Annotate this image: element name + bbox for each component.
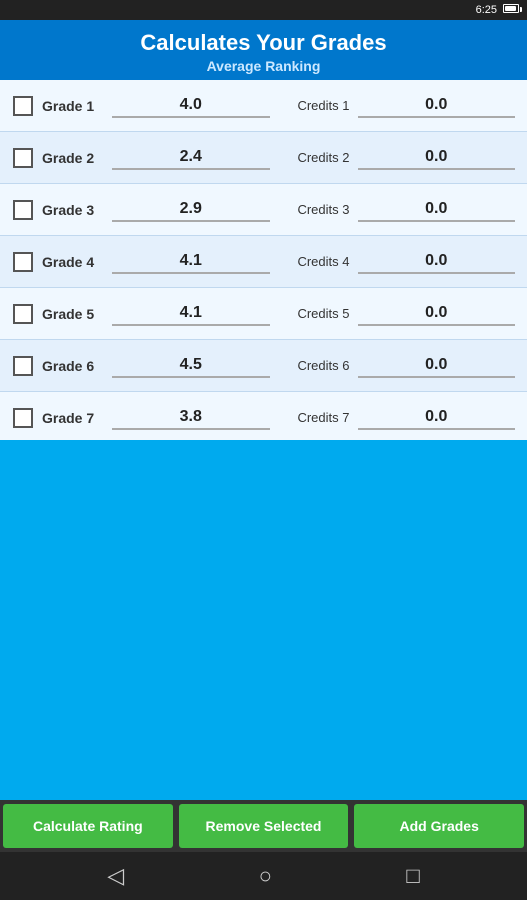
credits-input-wrap-3: [354, 198, 520, 222]
credits-input-wrap-2: [354, 146, 520, 170]
grade-value-input-5[interactable]: [112, 302, 270, 326]
grade-label-4: Grade 4: [38, 254, 108, 270]
credits-input-wrap-4: [354, 250, 520, 274]
credits-input-wrap-7: [354, 406, 520, 430]
grade-value-input-4[interactable]: [112, 250, 270, 274]
table-row: Grade 6 Credits 6: [0, 340, 527, 392]
grade-input-wrap-5: [108, 302, 274, 326]
spacer: [0, 440, 527, 800]
grade-value-input-2[interactable]: [112, 146, 270, 170]
grade-checkbox-3[interactable]: [13, 200, 33, 220]
app-subtitle: Average Ranking: [0, 58, 527, 74]
status-bar: 6:25: [0, 0, 527, 20]
checkbox-cell-1: [8, 96, 38, 116]
home-button[interactable]: ○: [259, 863, 272, 889]
grade-input-wrap-4: [108, 250, 274, 274]
credits-value-input-1[interactable]: [358, 94, 516, 118]
app-header: Calculates Your Grades Average Ranking: [0, 20, 527, 80]
grade-input-wrap-7: [108, 406, 274, 430]
credits-value-input-5[interactable]: [358, 302, 516, 326]
table-row: Grade 2 Credits 2: [0, 132, 527, 184]
recent-button[interactable]: □: [406, 863, 419, 889]
back-button[interactable]: ◁: [107, 863, 124, 889]
credits-label-3: Credits 3: [274, 202, 354, 217]
credits-label-7: Credits 7: [274, 410, 354, 425]
remove-selected-button[interactable]: Remove Selected: [179, 804, 349, 848]
grade-checkbox-5[interactable]: [13, 304, 33, 324]
credits-label-2: Credits 2: [274, 150, 354, 165]
credits-label-4: Credits 4: [274, 254, 354, 269]
checkbox-cell-3: [8, 200, 38, 220]
nav-bar: ◁ ○ □: [0, 852, 527, 900]
table-row: Grade 3 Credits 3: [0, 184, 527, 236]
table-row: Grade 7 Credits 7: [0, 392, 527, 440]
grade-label-7: Grade 7: [38, 410, 108, 426]
credits-label-6: Credits 6: [274, 358, 354, 373]
credits-value-input-4[interactable]: [358, 250, 516, 274]
status-time: 6:25: [476, 4, 497, 16]
battery-icon: [501, 4, 519, 16]
checkbox-cell-4: [8, 252, 38, 272]
credits-value-input-2[interactable]: [358, 146, 516, 170]
grade-input-wrap-2: [108, 146, 274, 170]
credits-input-wrap-6: [354, 354, 520, 378]
grade-input-wrap-3: [108, 198, 274, 222]
calculate-rating-button[interactable]: Calculate Rating: [3, 804, 173, 848]
checkbox-cell-5: [8, 304, 38, 324]
checkbox-cell-7: [8, 408, 38, 428]
grade-checkbox-2[interactable]: [13, 148, 33, 168]
grade-label-5: Grade 5: [38, 306, 108, 322]
grade-label-3: Grade 3: [38, 202, 108, 218]
checkbox-cell-6: [8, 356, 38, 376]
grade-value-input-3[interactable]: [112, 198, 270, 222]
table-row: Grade 4 Credits 4: [0, 236, 527, 288]
credits-label-5: Credits 5: [274, 306, 354, 321]
grade-label-6: Grade 6: [38, 358, 108, 374]
grade-label-1: Grade 1: [38, 98, 108, 114]
add-grades-button[interactable]: Add Grades: [354, 804, 524, 848]
app-title: Calculates Your Grades: [0, 30, 527, 56]
bottom-buttons: Calculate Rating Remove Selected Add Gra…: [0, 800, 527, 852]
credits-input-wrap-1: [354, 94, 520, 118]
credits-value-input-6[interactable]: [358, 354, 516, 378]
credits-value-input-7[interactable]: [358, 406, 516, 430]
credits-label-1: Credits 1: [274, 98, 354, 113]
credits-value-input-3[interactable]: [358, 198, 516, 222]
table-row: Grade 1 Credits 1: [0, 80, 527, 132]
grade-input-wrap-1: [108, 94, 274, 118]
table-row: Grade 5 Credits 5: [0, 288, 527, 340]
credits-input-wrap-5: [354, 302, 520, 326]
grade-value-input-6[interactable]: [112, 354, 270, 378]
grade-list: Grade 1 Credits 1 Grade 2 Credits 2: [0, 80, 527, 440]
checkbox-cell-2: [8, 148, 38, 168]
grade-checkbox-1[interactable]: [13, 96, 33, 116]
grade-input-wrap-6: [108, 354, 274, 378]
grade-checkbox-4[interactable]: [13, 252, 33, 272]
grade-checkbox-6[interactable]: [13, 356, 33, 376]
grade-label-2: Grade 2: [38, 150, 108, 166]
grade-value-input-7[interactable]: [112, 406, 270, 430]
grade-value-input-1[interactable]: [112, 94, 270, 118]
grade-checkbox-7[interactable]: [13, 408, 33, 428]
